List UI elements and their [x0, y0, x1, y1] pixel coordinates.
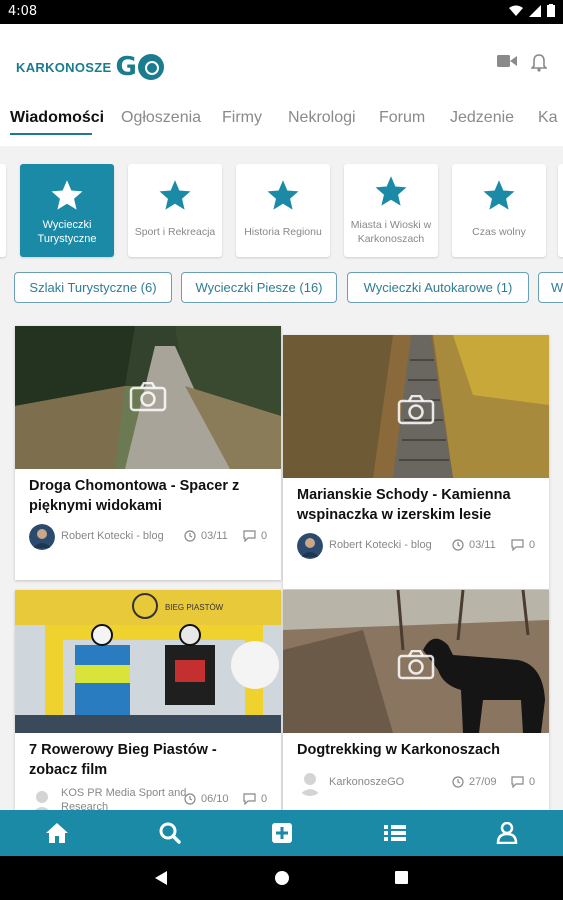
category-card[interactable]: Historia Regionu [236, 164, 330, 257]
article-card[interactable]: Dogtrekking w Karkonoszach KarkonoszeGO … [283, 590, 549, 810]
article-meta: KOS PR Media Sport and Research 06/10 0 [29, 786, 271, 810]
category-card[interactable]: Miasta i Wioski w Karkonoszach [344, 164, 438, 257]
tab-forum[interactable]: Forum [379, 109, 425, 127]
article-author: KOS PR Media Sport and Research [61, 787, 187, 810]
article-author: KarkonoszeGO [329, 776, 405, 788]
filter-chip[interactable]: Szlaki Turystyczne (6) [14, 272, 172, 303]
back-icon[interactable] [154, 870, 168, 886]
star-icon [375, 176, 407, 206]
clock-icon [184, 793, 196, 805]
status-icons [509, 4, 555, 17]
article-date: 03/11 [201, 530, 228, 542]
article-card[interactable]: Droga Chomontowa - Spacer z pięknymi wid… [15, 326, 281, 580]
bell-icon[interactable] [531, 54, 547, 72]
article-comments: 0 [529, 539, 536, 551]
star-icon [51, 180, 83, 210]
filter-chip[interactable]: Wycieczki Piesze (16) [181, 272, 337, 303]
comment-icon [511, 539, 524, 551]
logo-power-icon [137, 54, 164, 80]
article-date: 06/10 [201, 793, 229, 805]
category-label: Czas wolny [472, 226, 526, 238]
status-bar: 4:08 [0, 0, 563, 24]
article-card[interactable]: BIEG PIASTÓW 7 Rowerowy Bieg Piastów - z… [15, 590, 281, 810]
article-author: Robert Kotecki - blog [61, 530, 164, 542]
wifi-icon [509, 5, 523, 16]
article-meta: KarkonoszeGO 27/09 0 [297, 770, 539, 796]
banner-text: BIEG PIASTÓW [165, 603, 224, 612]
comment-icon [511, 776, 524, 788]
category-label: Miasta i Wioski w Karkonoszach [350, 219, 432, 245]
logo-text: KARKONOSZE [16, 59, 112, 75]
avatar [299, 773, 321, 796]
article-title: 7 Rowerowy Bieg Piastów - zobacz film [29, 742, 217, 778]
list-icon[interactable] [383, 822, 407, 844]
search-icon[interactable] [158, 822, 182, 844]
article-comments: 0 [529, 776, 536, 788]
star-icon [267, 180, 299, 210]
article-author: Robert Kotecki - blog [329, 539, 432, 551]
article-card[interactable]: Marianskie Schody - Kamienna wspinaczka … [283, 335, 549, 589]
clock-icon [452, 539, 464, 551]
comment-icon [243, 530, 256, 542]
filter-chips: Szlaki Turystyczne (6) Wycieczki Piesze … [0, 272, 563, 304]
category-card[interactable]: Czas wolny [452, 164, 546, 257]
article-date: 03/11 [469, 539, 496, 551]
article-title: Droga Chomontowa - Spacer z pięknymi wid… [29, 478, 240, 514]
category-label: Wycieczki Turystyczne [37, 219, 97, 245]
section-tabs: Wiadomości Ogłoszenia Firmy Nekrologi Fo… [0, 100, 563, 146]
category-card-partial[interactable] [558, 164, 563, 257]
avatar [297, 533, 323, 559]
video-camera-icon[interactable] [497, 54, 517, 68]
system-nav-bar [0, 856, 563, 900]
article-image: BIEG PIASTÓW [15, 590, 281, 733]
category-card[interactable]: Sport i Rekreacja [128, 164, 222, 257]
tab-firmy[interactable]: Firmy [222, 109, 262, 127]
avatar [34, 791, 50, 810]
avatar [29, 524, 55, 550]
category-carousel: Wycieczki Turystyczne Sport i Rekreacja … [0, 164, 563, 259]
comment-icon [243, 793, 256, 805]
app-screen: KARKONOSZE G Wiadomości Ogłoszenia Firmy… [0, 24, 563, 810]
category-label: Historia Regionu [244, 226, 322, 238]
tab-ogloszenia[interactable]: Ogłoszenia [121, 109, 201, 127]
tab-jedzenie[interactable]: Jedzenie [450, 109, 514, 127]
bottom-nav [0, 810, 563, 856]
home-icon[interactable] [45, 822, 69, 844]
clock-icon [184, 530, 196, 542]
star-icon [159, 180, 191, 210]
star-icon [483, 180, 515, 210]
home-button-icon[interactable] [274, 870, 290, 886]
app-logo[interactable]: KARKONOSZE G [16, 52, 164, 82]
article-title: Marianskie Schody - Kamienna wspinaczka … [297, 487, 511, 523]
recents-icon[interactable] [394, 870, 409, 885]
clock-icon [452, 776, 464, 788]
header-actions [497, 54, 547, 72]
tab-ka[interactable]: Ka [538, 109, 558, 127]
article-comments: 0 [261, 793, 268, 805]
tab-wiadomosci[interactable]: Wiadomości [10, 109, 104, 127]
article-date: 27/09 [469, 776, 497, 788]
category-card[interactable]: Wycieczki Turystyczne [20, 164, 114, 257]
camera-icon [397, 395, 435, 425]
article-comments: 0 [261, 530, 268, 542]
article-meta: Robert Kotecki - blog 03/11 0 [297, 533, 539, 559]
app-header: KARKONOSZE G [0, 24, 563, 100]
camera-icon [397, 650, 435, 680]
add-post-icon[interactable] [270, 822, 294, 844]
status-time: 4:08 [8, 4, 38, 19]
filter-chip[interactable]: Wycieczki Autokarowe (1) [347, 272, 529, 303]
article-meta: Robert Kotecki - blog 03/11 0 [29, 524, 271, 550]
active-tab-indicator [10, 133, 92, 135]
camera-icon [129, 382, 167, 412]
category-label: Sport i Rekreacja [134, 226, 216, 238]
article-title: Dogtrekking w Karkonoszach [297, 742, 501, 758]
logo-go: G [115, 52, 164, 82]
category-card-partial[interactable] [0, 164, 6, 257]
signal-icon [529, 4, 541, 17]
battery-icon [547, 4, 555, 17]
logo-go-letter: G [115, 52, 137, 82]
filter-chip[interactable]: W [538, 272, 563, 303]
tab-nekrologi[interactable]: Nekrologi [288, 109, 356, 127]
profile-icon[interactable] [495, 822, 519, 844]
